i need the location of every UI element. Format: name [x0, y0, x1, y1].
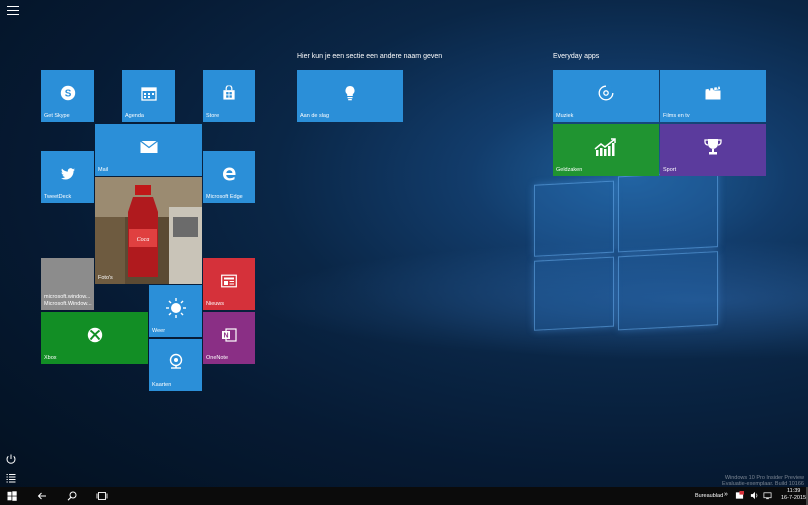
- task-view-icon[interactable]: [96, 490, 108, 502]
- photo-image: Coca: [95, 177, 202, 284]
- onenote-icon: N: [222, 328, 237, 342]
- tile-tweetdeck[interactable]: TweetDeck: [41, 151, 94, 203]
- tile-aan-de-slag[interactable]: Aan de slag: [297, 70, 403, 122]
- tile-label: Foto's: [98, 274, 113, 281]
- svg-text:S: S: [64, 89, 71, 100]
- tile-label: Kaarten: [152, 381, 172, 388]
- edge-icon: [223, 167, 236, 181]
- tile-label: Agenda: [125, 112, 144, 119]
- wallpaper-windows-logo: [530, 171, 720, 331]
- tile-label: TweetDeck: [44, 193, 72, 200]
- back-icon[interactable]: [36, 490, 48, 502]
- tile-label: Films en tv: [663, 112, 690, 119]
- tile-xbox[interactable]: Xbox: [41, 312, 148, 364]
- tile-films-en-tv[interactable]: Films en tv: [660, 70, 766, 122]
- tile-get-skype[interactable]: S Get Skype: [41, 70, 94, 122]
- clock-date[interactable]: 16-7-2015: [781, 495, 806, 501]
- tile-weer[interactable]: Weer: [149, 285, 202, 337]
- tile-label: Microsoft Edge: [206, 193, 243, 200]
- clock-time[interactable]: 11:39: [787, 488, 800, 494]
- tile-fotos[interactable]: Coca Foto's: [95, 177, 202, 284]
- svg-text:Coca: Coca: [137, 237, 150, 243]
- group-title-section[interactable]: Hier kun je een sectie een andere naam g…: [297, 53, 442, 60]
- tile-store[interactable]: Store: [203, 70, 255, 122]
- maps-icon: [169, 354, 182, 370]
- hamburger-icon[interactable]: [7, 6, 19, 16]
- lightbulb-icon: [345, 86, 355, 101]
- tile-label: OneNote: [206, 354, 229, 361]
- skype-icon: S: [60, 86, 75, 101]
- desktop-toolbar-label[interactable]: Bureaublad: [695, 493, 723, 499]
- windows-icon[interactable]: [6, 490, 18, 502]
- tile-mail[interactable]: Mail: [95, 124, 202, 176]
- volume-icon[interactable]: [750, 491, 759, 500]
- taskbar: Bureaublad » 11:39 16-7-2015: [0, 487, 808, 505]
- tile-microsoft-edge[interactable]: Microsoft Edge: [203, 151, 255, 203]
- weather-icon: [165, 298, 186, 319]
- wallpaper-glow: [250, 240, 808, 360]
- all-apps-icon[interactable]: [5, 472, 17, 484]
- tile-agenda[interactable]: Agenda: [122, 70, 175, 122]
- action-center-icon[interactable]: [735, 491, 744, 500]
- tile-label: Aan de slag: [300, 112, 330, 119]
- tile-label: Get Skype: [44, 112, 70, 119]
- chart-icon: [594, 138, 616, 157]
- svg-text:N: N: [223, 333, 228, 340]
- group-title-everyday-apps[interactable]: Everyday apps: [553, 53, 599, 60]
- mail-icon: [139, 140, 158, 154]
- tile-kaarten[interactable]: Kaarten: [149, 339, 202, 391]
- tile-onenote[interactable]: N OneNote: [203, 312, 255, 364]
- twitter-icon: [60, 168, 75, 180]
- tile-nieuws[interactable]: Nieuws: [203, 258, 255, 310]
- tile-microsoft-windows[interactable]: microsoft.window... Microsoft.Window...: [41, 258, 94, 310]
- tile-label: Mail: [98, 166, 109, 173]
- search-icon[interactable]: [66, 490, 78, 502]
- tile-label: Nieuws: [206, 300, 225, 307]
- tile-label: Sport: [663, 166, 677, 173]
- news-icon: [221, 274, 237, 288]
- calendar-icon: [140, 87, 157, 102]
- tile-label: Geldzaken: [556, 166, 583, 173]
- power-icon[interactable]: [5, 453, 17, 465]
- chevron-up-icon[interactable]: »: [724, 491, 728, 498]
- tile-label: Muziek: [556, 112, 574, 119]
- network-icon[interactable]: [763, 491, 772, 500]
- trophy-icon: [704, 139, 722, 155]
- tile-sport[interactable]: Sport: [660, 124, 766, 176]
- xbox-icon: [87, 328, 102, 343]
- tile-label: microsoft.window... Microsoft.Window...: [44, 294, 92, 307]
- film-icon: [705, 86, 721, 100]
- music-icon: [598, 85, 614, 101]
- tile-label: Weer: [152, 327, 166, 334]
- tile-muziek[interactable]: Muziek: [553, 70, 659, 122]
- tile-label: Store: [206, 112, 220, 119]
- store-icon: [223, 85, 235, 100]
- tile-geldzaken[interactable]: Geldzaken: [553, 124, 659, 176]
- tile-label: Xbox: [44, 354, 57, 361]
